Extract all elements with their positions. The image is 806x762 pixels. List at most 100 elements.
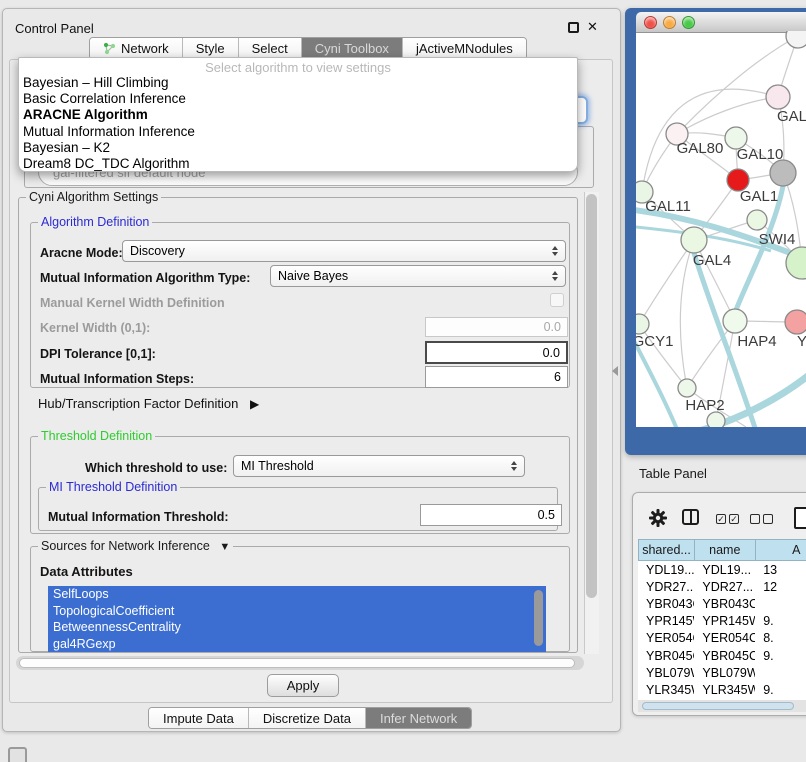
- popup-prompt: Select algorithm to view settings: [19, 60, 577, 75]
- table-row[interactable]: YBR045CYBR045C9.: [638, 647, 806, 664]
- checked-checkbox-icon[interactable]: ✓: [716, 514, 726, 524]
- algorithm-option[interactable]: ARACNE Algorithm: [19, 107, 577, 123]
- table-cell: 8.: [755, 631, 806, 645]
- data-attribute-item[interactable]: SelfLoops: [48, 586, 546, 603]
- tab-network[interactable]: Network: [90, 38, 183, 59]
- network-node-swi4[interactable]: [747, 210, 767, 230]
- network-window-titlebar[interactable]: [636, 12, 806, 33]
- gear-icon[interactable]: [649, 509, 667, 527]
- mi-threshold-definition-title: MI Threshold Definition: [46, 480, 180, 494]
- data-attribute-item[interactable]: BetweennessCentrality: [48, 619, 546, 636]
- close-traffic-light-icon[interactable]: [644, 16, 657, 29]
- minimize-traffic-light-icon[interactable]: [663, 16, 676, 29]
- column-header-shared[interactable]: shared...: [638, 539, 694, 561]
- network-node-hap4[interactable]: [723, 309, 747, 333]
- table-row[interactable]: YBL079WYBL079W: [638, 664, 806, 681]
- network-node-gcy1[interactable]: [636, 314, 649, 334]
- splitter-collapse-arrow-icon[interactable]: [612, 366, 618, 376]
- tab-select[interactable]: Select: [239, 38, 302, 59]
- which-threshold-label: Which threshold to use:: [85, 461, 227, 475]
- mi-steps-value: 6: [554, 370, 561, 384]
- bottom-tab-discretize-data[interactable]: Discretize Data: [249, 708, 366, 728]
- mi-algorithm-type-combo[interactable]: Naive Bayes: [270, 265, 566, 287]
- dpi-tolerance-label: DPI Tolerance [0,1]:: [40, 347, 156, 361]
- collapsed-arrow-icon: ▶: [250, 397, 259, 411]
- network-node-label: HAP4: [737, 333, 776, 350]
- column-header-A[interactable]: A: [755, 539, 806, 561]
- aracne-mode-combo[interactable]: Discovery: [122, 240, 566, 262]
- table-cell: 9.: [755, 649, 806, 663]
- tab-cyni-toolbox[interactable]: Cyni Toolbox: [302, 38, 403, 59]
- network-node-label: GAL10: [737, 146, 784, 163]
- manual-kernel-checkbox[interactable]: [550, 293, 564, 307]
- table-row[interactable]: YBR043CYBR043C: [638, 595, 806, 612]
- table-row[interactable]: YPR145WYPR145W9.: [638, 613, 806, 630]
- table-cell: 13: [755, 563, 806, 577]
- network-node-gal[interactable]: [766, 85, 790, 109]
- table-row[interactable]: YLR345WYLR345W9.: [638, 681, 806, 698]
- tab-label: Infer Network: [380, 711, 457, 726]
- close-icon[interactable]: ✕: [587, 19, 598, 35]
- data-attributes-list[interactable]: SelfLoopsTopologicalCoefficientBetweenne…: [48, 586, 546, 652]
- algorithm-option[interactable]: Bayesian – Hill Climbing: [19, 75, 577, 91]
- data-attribute-item[interactable]: gal4RGexp: [48, 636, 546, 653]
- network-node-hap2[interactable]: [678, 379, 696, 397]
- dpi-tolerance-field[interactable]: 0.0: [425, 341, 568, 364]
- data-attribute-item[interactable]: TopologicalCoefficient: [48, 603, 546, 620]
- network-node-label: GAL1: [740, 188, 778, 205]
- network-node-gal4[interactable]: [681, 227, 707, 253]
- network-node[interactable]: [707, 412, 725, 427]
- tab-jactivemnodules[interactable]: jActiveMNodules: [403, 38, 526, 59]
- table-hscrollbar-thumb[interactable]: [642, 702, 794, 710]
- split-columns-icon[interactable]: [682, 509, 699, 525]
- column-header-name[interactable]: name: [694, 539, 755, 561]
- algorithm-definition-title: Algorithm Definition: [38, 215, 152, 229]
- zoom-traffic-light-icon[interactable]: [682, 16, 695, 29]
- algorithm-popup: Select algorithm to view settings Bayesi…: [18, 57, 578, 172]
- algorithm-option[interactable]: Dream8 DC_TDC Algorithm: [19, 156, 577, 172]
- settings-hscrollbar-thumb[interactable]: [19, 658, 575, 668]
- network-node[interactable]: [770, 160, 796, 186]
- network-graph[interactable]: GALGAL80GAL10GAL1GAL11GAL4SWI4GCY1HAP4YH…: [636, 31, 806, 427]
- aracne-mode-label: Aracne Mode:: [40, 246, 123, 260]
- table-cell: YDL19...: [638, 563, 694, 577]
- tab-style[interactable]: Style: [183, 38, 239, 59]
- unchecked-checkbox-icon[interactable]: [763, 514, 773, 524]
- algorithm-option[interactable]: Mutual Information Inference: [19, 124, 577, 140]
- tab-label: jActiveMNodules: [416, 41, 513, 56]
- checked-checkbox-icon[interactable]: ✓: [729, 514, 739, 524]
- unchecked-checkbox-icon[interactable]: [750, 514, 760, 524]
- float-window-icon[interactable]: [568, 22, 579, 33]
- settings-vscrollbar-thumb[interactable]: [586, 194, 597, 598]
- table-hscrollbar[interactable]: [638, 700, 806, 712]
- settings-group-title: Cyni Algorithm Settings: [26, 190, 161, 204]
- table-row[interactable]: YDR27...YDR27...12: [638, 578, 806, 595]
- mi-steps-field[interactable]: 6: [425, 366, 568, 388]
- bottom-tab-impute-data[interactable]: Impute Data: [149, 708, 249, 728]
- table-cell: 9.: [755, 683, 806, 697]
- network-node-y[interactable]: [785, 310, 806, 334]
- collapsed-panel-icon[interactable]: [8, 747, 27, 762]
- network-node-label: HAP2: [685, 397, 724, 414]
- table-row[interactable]: YER054CYER054C8.: [638, 630, 806, 647]
- hub-tf-definition-toggle[interactable]: Hub/Transcription Factor Definition ▶: [38, 396, 259, 411]
- table-cell: YPR145W: [694, 614, 755, 628]
- table-row[interactable]: YDL19...YDL19...13: [638, 561, 806, 578]
- list-scrollbar-thumb[interactable]: [534, 590, 543, 646]
- tab-label: Select: [252, 41, 288, 56]
- table-cell: YBL079W: [694, 666, 755, 680]
- kernel-width-field[interactable]: 0.0: [425, 317, 568, 337]
- expanded-arrow-icon: ▼: [219, 541, 230, 553]
- algorithm-option[interactable]: Bayesian – K2: [19, 140, 577, 156]
- combo-arrows-icon: [511, 461, 517, 472]
- document-icon[interactable]: [794, 507, 806, 529]
- network-node[interactable]: [786, 31, 806, 48]
- mi-threshold-field[interactable]: 0.5: [420, 504, 562, 526]
- tab-label: Discretize Data: [263, 711, 351, 726]
- sources-group-title[interactable]: Sources for Network Inference ▼: [38, 539, 233, 553]
- which-threshold-combo[interactable]: MI Threshold: [233, 455, 525, 477]
- manual-kernel-label: Manual Kernel Width Definition: [40, 296, 225, 310]
- bottom-tab-infer-network[interactable]: Infer Network: [366, 708, 471, 728]
- algorithm-option[interactable]: Basic Correlation Inference: [19, 91, 577, 107]
- apply-button[interactable]: Apply: [267, 674, 339, 697]
